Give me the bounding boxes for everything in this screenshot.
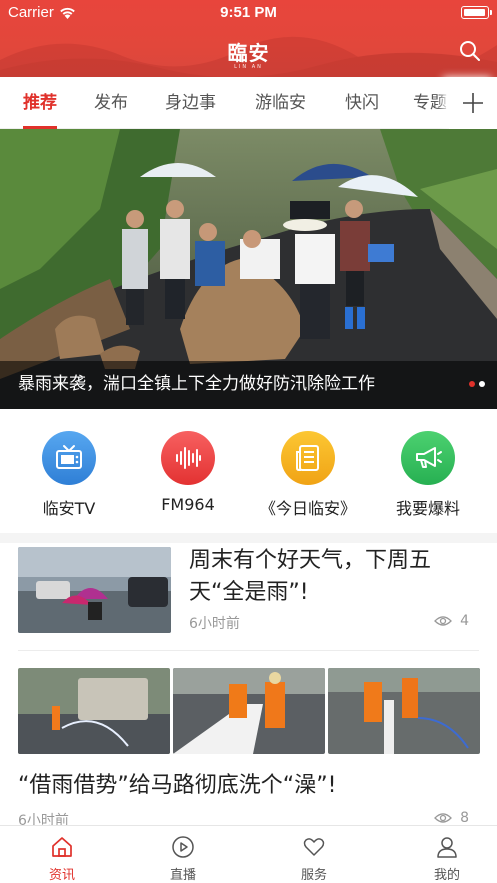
news-item[interactable]: “借雨借势”给马路彻底洗个“澡”! 6小时前 8 <box>0 651 497 831</box>
news-image <box>328 668 480 754</box>
view-count-value: 8 <box>460 810 469 826</box>
home-icon <box>52 837 72 857</box>
newspaper-icon <box>281 431 335 485</box>
heart-icon <box>303 838 325 856</box>
banner-caption: 暴雨来袭，湍口全镇上下全力做好防汛除险工作 <box>18 374 375 394</box>
logo-subtitle: LIN AN <box>234 64 263 70</box>
news-thumbnail <box>18 547 171 633</box>
quick-link-fm[interactable]: FM964 <box>128 431 248 514</box>
quick-link-newspaper-label: 《今日临安》 <box>259 499 356 518</box>
view-count: 8 <box>434 810 469 826</box>
tab-publish[interactable]: 发布 <box>94 77 128 129</box>
search-button[interactable] <box>459 40 481 62</box>
nav-service[interactable]: 服务 <box>252 826 376 883</box>
audio-wave-icon <box>161 431 215 485</box>
plus-icon <box>463 93 483 113</box>
eye-icon <box>434 616 452 626</box>
user-icon <box>437 837 457 858</box>
pagination-dot[interactable] <box>479 381 485 387</box>
tab-recommend[interactable]: 推荐 <box>23 77 57 129</box>
nav-live-label: 直播 <box>169 868 196 883</box>
tab-nearby[interactable]: 身边事 <box>165 77 216 129</box>
pagination-dot-active[interactable] <box>469 381 475 387</box>
tv-icon <box>42 431 96 485</box>
bottom-tab-bar: 资讯 直播 服务 我的 <box>0 825 497 883</box>
search-icon <box>460 41 480 61</box>
quick-link-report[interactable]: 我要爆料 <box>368 431 488 519</box>
nav-me[interactable]: 我的 <box>385 826 497 883</box>
view-count-value: 4 <box>460 613 469 629</box>
logo-text: 臨安 <box>227 41 270 65</box>
news-title: “借雨借势”给马路彻底洗个“澡”! <box>18 773 337 798</box>
nav-news[interactable]: 资讯 <box>0 826 124 883</box>
hero-banner[interactable]: 暴雨来袭，湍口全镇上下全力做好防汛除险工作 <box>0 129 497 409</box>
news-image-gallery <box>18 668 480 754</box>
nav-news-label: 资讯 <box>48 868 75 883</box>
nav-me-label: 我的 <box>433 868 460 883</box>
tab-flash[interactable]: 快闪 <box>345 77 379 129</box>
app-logo: 臨安 LIN AN <box>0 37 497 70</box>
quick-link-tv-label: 临安TV <box>42 499 96 518</box>
news-item[interactable]: 周末有个好天气，下周五天“全是雨”! 6小时前 4 <box>0 533 497 651</box>
quick-link-tv[interactable]: 临安TV <box>9 431 129 519</box>
status-bar: Carrier 9:51 PM <box>0 0 497 26</box>
eye-icon <box>434 813 452 823</box>
news-title: 周末有个好天气，下周五天“全是雨”! <box>189 548 432 605</box>
app-header: Carrier 9:51 PM 臨安 LIN AN <box>0 0 497 77</box>
nav-service-label: 服务 <box>300 868 327 883</box>
battery-icon <box>461 6 492 19</box>
view-count: 4 <box>434 613 469 629</box>
add-tab-button[interactable] <box>449 77 497 129</box>
tab-travel[interactable]: 游临安 <box>255 77 306 129</box>
news-image <box>173 668 325 754</box>
quick-links: 临安TV FM964 《今日临安》 我要爆料 <box>0 409 497 533</box>
play-circle-icon <box>172 836 194 858</box>
nav-live[interactable]: 直播 <box>121 826 245 883</box>
quick-link-fm-label: FM964 <box>161 495 215 514</box>
megaphone-icon <box>401 431 455 485</box>
news-time: 6小时前 <box>189 616 240 632</box>
status-time: 9:51 PM <box>220 4 277 21</box>
banner-pagination <box>469 381 485 387</box>
tab-special[interactable]: 专题 <box>413 77 447 129</box>
news-image <box>18 668 170 754</box>
category-tabs: 推荐 发布 身边事 游临安 快闪 专题 <box>0 77 497 129</box>
quick-link-newspaper[interactable]: 《今日临安》 <box>248 431 368 519</box>
quick-link-report-label: 我要爆料 <box>395 499 460 518</box>
